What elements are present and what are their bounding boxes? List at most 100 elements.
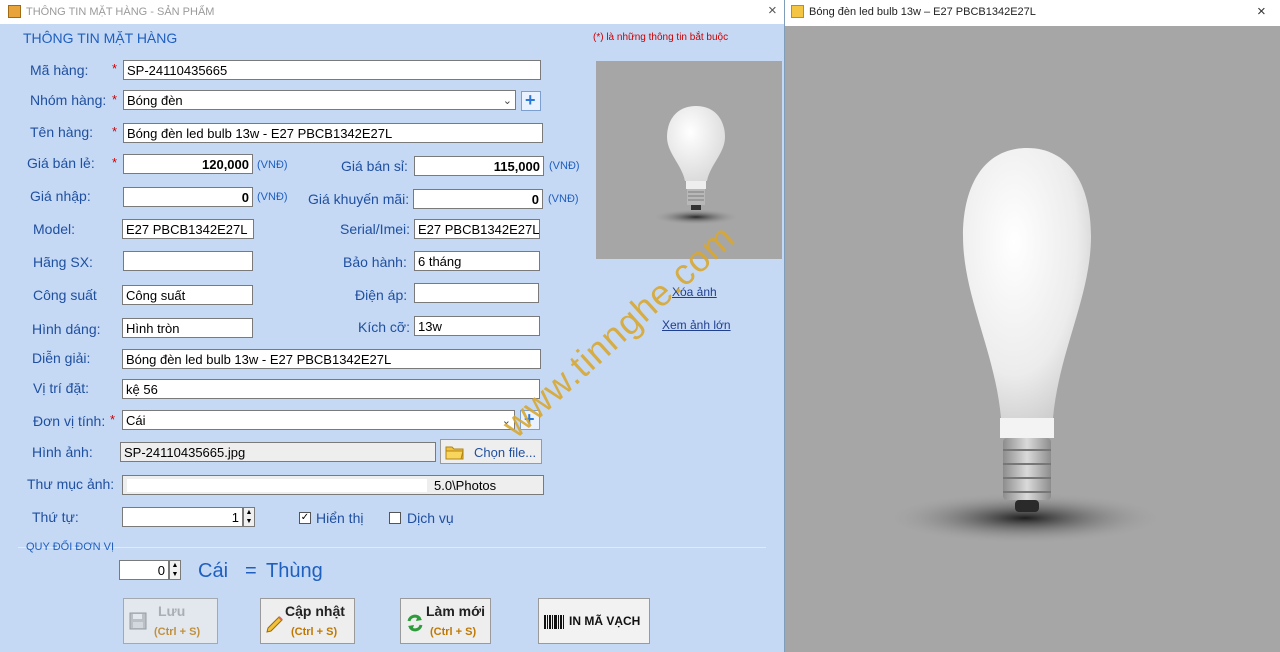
required-star: * <box>112 124 118 139</box>
save-label: Lưu <box>158 603 186 619</box>
dien-giai-input[interactable]: Bóng đèn led bulb 13w - E27 PBCB1342E27L <box>122 349 541 369</box>
hinh-dang-input[interactable]: Hình tròn <box>122 318 253 338</box>
ten-hang-label: Tên hàng: <box>30 124 94 140</box>
hien-thi-checkbox[interactable]: ✓ <box>299 512 311 524</box>
add-group-button[interactable]: + <box>521 90 541 111</box>
hien-thi-label: Hiển thị <box>316 510 364 526</box>
title-bar: THÔNG TIN MẶT HÀNG - SẢN PHẨM × <box>0 0 784 24</box>
dien-ap-input[interactable] <box>414 283 539 303</box>
ma-hang-label: Mã hàng: <box>30 62 89 78</box>
nhom-hang-value: Bóng đèn <box>127 93 183 108</box>
lightbulb-large-image <box>885 148 1165 544</box>
required-star: * <box>112 92 118 107</box>
dien-giai-label: Diễn giải: <box>32 350 91 366</box>
thu-muc-anh-value: 5.0\Photos <box>434 478 497 493</box>
gia-khuyen-mai-input[interactable]: 0 <box>413 189 543 209</box>
cong-suat-label: Công suất <box>33 287 97 303</box>
print-barcode-button[interactable]: IN MÃ VẠCH <box>538 598 650 644</box>
close-icon[interactable]: × <box>768 2 777 19</box>
required-star: * <box>112 61 118 76</box>
choose-file-label: Chọn file... <box>474 445 537 460</box>
required-star: * <box>112 155 118 170</box>
folder-icon <box>445 446 464 460</box>
hinh-anh-input[interactable]: SP-24110435665.jpg <box>120 442 436 462</box>
gia-ban-le-input[interactable]: 120,000 <box>123 154 253 174</box>
conversion-spinner[interactable]: ▲ ▼ <box>169 560 181 580</box>
save-shortcut: (Ctrl + S) <box>154 626 201 638</box>
conversion-input[interactable]: 0 <box>119 560 169 580</box>
currency-unit: (VNĐ) <box>257 159 288 171</box>
ten-hang-input[interactable]: Bóng đèn led bulb 13w - E27 PBCB1342E27L <box>123 123 543 143</box>
pencil-icon <box>266 616 283 633</box>
print-barcode-label: IN MÃ VẠCH <box>569 614 641 628</box>
product-form-window: THÔNG TIN MẶT HÀNG - SẢN PHẨM × THÔNG TI… <box>0 0 785 652</box>
refresh-label: Làm mới <box>426 603 485 619</box>
currency-unit: (VNĐ) <box>548 193 579 205</box>
model-input[interactable]: E27 PBCB1342E27L <box>122 219 254 239</box>
dich-vu-checkbox[interactable] <box>389 512 401 524</box>
don-vi-tinh-select[interactable]: Cái ⌄ <box>122 410 515 430</box>
bao-hanh-input[interactable]: 6 tháng <box>414 251 540 271</box>
redacted-path <box>127 479 427 492</box>
kich-co-input[interactable]: 13w <box>414 316 540 336</box>
section-title: THÔNG TIN MẶT HÀNG <box>23 30 178 46</box>
unit-from: Cái <box>198 560 229 582</box>
model-label: Model: <box>33 221 76 237</box>
nhom-hang-select[interactable]: Bóng đèn ⌄ <box>123 90 516 110</box>
hang-sx-input[interactable] <box>123 251 253 271</box>
hinh-anh-label: Hình ảnh: <box>32 444 93 460</box>
thu-tu-spinner[interactable]: ▲ ▼ <box>243 507 255 527</box>
gia-ban-le-label: Giá bán lẻ: <box>27 155 95 171</box>
cong-suat-input[interactable]: Công suất <box>122 285 253 305</box>
product-thumbnail <box>596 61 782 259</box>
hinh-dang-label: Hình dáng: <box>32 321 101 337</box>
gia-ban-si-label: Giá bán sỉ: <box>341 158 408 174</box>
bao-hanh-label: Bảo hành: <box>343 254 407 270</box>
gia-nhap-input[interactable]: 0 <box>123 187 253 207</box>
window-app-icon <box>8 5 21 18</box>
don-vi-tinh-label: Đơn vị tính: <box>33 413 106 429</box>
preview-title: Bóng đèn led bulb 13w – E27 PBCB1342E27L <box>809 6 1036 18</box>
refresh-button[interactable]: Làm mới (Ctrl + S) <box>400 598 491 644</box>
ma-hang-input[interactable]: SP-24110435665 <box>123 60 541 80</box>
view-large-image-link[interactable]: Xem ảnh lớn <box>662 318 731 332</box>
barcode-icon <box>544 615 564 629</box>
thu-muc-anh-label: Thư mục ảnh: <box>27 476 115 492</box>
required-note: (*) là những thông tin bắt buộc <box>593 32 729 43</box>
hang-sx-label: Hãng SX: <box>33 254 93 270</box>
nhom-hang-label: Nhóm hàng: <box>30 92 107 108</box>
chevron-down-icon: ⌄ <box>502 95 512 107</box>
update-label: Cập nhật <box>285 603 345 619</box>
serial-input[interactable]: E27 PBCB1342E27L <box>414 219 540 239</box>
plus-icon: + <box>525 90 536 110</box>
save-button[interactable]: Lưu (Ctrl + S) <box>123 598 218 644</box>
currency-unit: (VNĐ) <box>549 160 580 172</box>
refresh-shortcut: (Ctrl + S) <box>430 626 477 638</box>
choose-file-button[interactable]: Chọn file... <box>440 439 542 464</box>
required-star: * <box>110 412 116 427</box>
window-title: THÔNG TIN MẶT HÀNG - SẢN PHẨM <box>26 6 215 18</box>
equals-sign: = <box>245 560 257 582</box>
unit-to: Thùng <box>266 560 323 582</box>
lightbulb-image <box>652 106 740 225</box>
thu-muc-anh-input[interactable]: 5.0\Photos <box>122 475 544 495</box>
vi-tri-dat-input[interactable]: kệ 56 <box>122 379 540 399</box>
thu-tu-input[interactable]: 1 <box>122 507 243 527</box>
dien-ap-label: Điện áp: <box>355 287 408 303</box>
close-icon[interactable]: × <box>1257 3 1266 20</box>
kich-co-label: Kích cỡ: <box>358 319 410 335</box>
gia-ban-si-input[interactable]: 115,000 <box>414 156 544 176</box>
vi-tri-dat-label: Vị trí đặt: <box>33 380 90 396</box>
serial-label: Serial/Imei: <box>340 221 411 237</box>
gia-nhap-label: Giá nhập: <box>30 188 91 204</box>
currency-unit: (VNĐ) <box>257 191 288 203</box>
image-preview-window: Bóng đèn led bulb 13w – E27 PBCB1342E27L… <box>785 0 1280 652</box>
don-vi-tinh-value: Cái <box>126 413 146 428</box>
thu-tu-label: Thứ tự: <box>32 509 79 525</box>
gia-khuyen-mai-label: Giá khuyến mãi: <box>308 191 410 207</box>
update-button[interactable]: Cập nhật (Ctrl + S) <box>260 598 355 644</box>
floppy-disk-icon <box>129 612 147 630</box>
conversion-title: QUY ĐỔI ĐƠN VỊ <box>26 541 115 553</box>
refresh-icon <box>407 614 423 632</box>
update-shortcut: (Ctrl + S) <box>291 626 338 638</box>
